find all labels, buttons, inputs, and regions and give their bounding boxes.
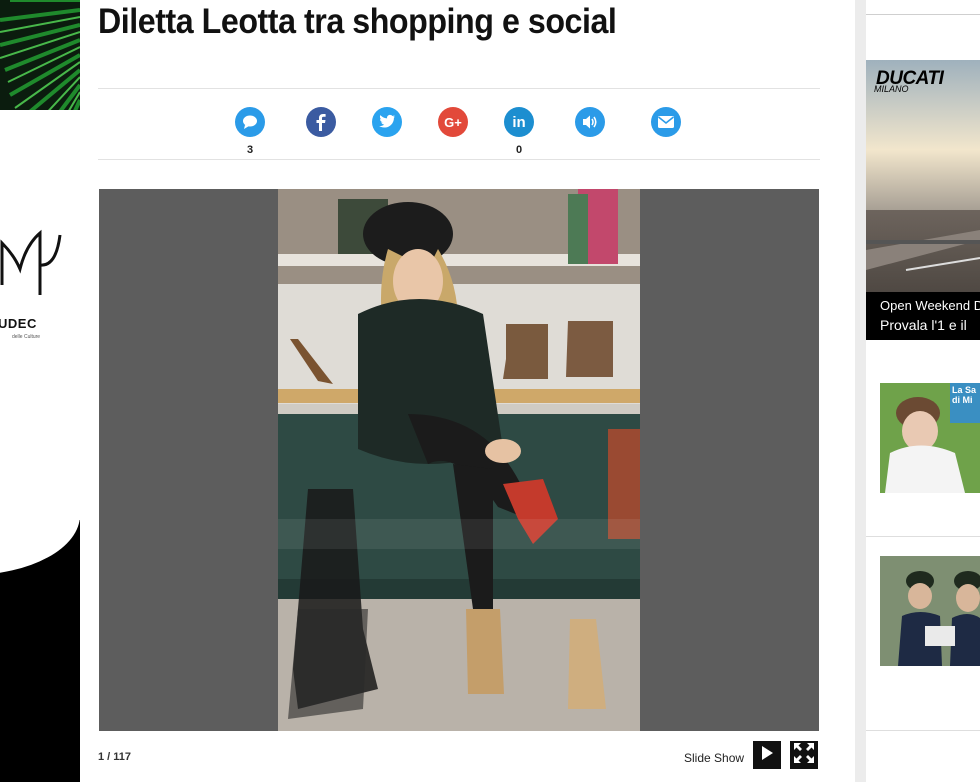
article-title: Diletta Leotta tra shopping e social bbox=[98, 2, 617, 41]
right-sidebar-divider-2 bbox=[866, 730, 980, 731]
fullscreen-button[interactable] bbox=[790, 741, 818, 769]
ducati-city: MILANO bbox=[874, 84, 909, 94]
linkedin-share-button[interactable]: in bbox=[504, 107, 534, 137]
comment-icon bbox=[241, 113, 259, 131]
fullscreen-icon bbox=[793, 742, 815, 769]
google-plus-share-button[interactable]: G+ bbox=[438, 107, 468, 137]
speaker-icon bbox=[581, 114, 599, 130]
right-sidebar-divider bbox=[866, 536, 980, 537]
comment-count: 3 bbox=[246, 144, 254, 156]
email-share-button[interactable] bbox=[651, 107, 681, 137]
news-thumbnail-1[interactable]: La Sa di Mi bbox=[880, 383, 980, 493]
ducati-caption-line2: Provala l'1 e il bbox=[880, 317, 967, 333]
ducati-caption-line1: Open Weekend D bbox=[880, 298, 980, 313]
ducati-ad[interactable]: DUCATI MILANO Open Weekend D Provala l'1… bbox=[866, 60, 980, 340]
article-column: Diletta Leotta tra shopping e social 3 G… bbox=[80, 0, 855, 782]
news-thumbnail-2[interactable] bbox=[880, 556, 980, 666]
share-bar-bottom-divider bbox=[98, 159, 820, 160]
gallery-counter: 1 / 117 bbox=[98, 751, 132, 763]
left-ad-banner[interactable]: UDEC delle Culture bbox=[0, 0, 80, 782]
google-plus-icon: G+ bbox=[444, 114, 462, 130]
facebook-share-button[interactable] bbox=[306, 107, 336, 137]
share-bar-top-divider bbox=[98, 88, 820, 89]
news1-badge: La Sa di Mi bbox=[952, 385, 977, 405]
gallery-photo[interactable] bbox=[278, 189, 640, 731]
facebook-icon bbox=[313, 113, 329, 131]
audio-button[interactable] bbox=[575, 107, 605, 137]
mudec-logo-text: UDEC bbox=[0, 316, 37, 331]
twitter-icon bbox=[378, 114, 396, 130]
slideshow-label[interactable]: Slide Show bbox=[684, 751, 744, 765]
comment-button[interactable] bbox=[235, 107, 265, 137]
mail-icon bbox=[657, 115, 675, 129]
linkedin-icon: in bbox=[512, 113, 526, 131]
slideshow-play-button[interactable] bbox=[753, 741, 781, 769]
right-sidebar-top-divider bbox=[866, 14, 980, 15]
twitter-share-button[interactable] bbox=[372, 107, 402, 137]
photo-gallery[interactable] bbox=[99, 189, 819, 731]
right-sidebar: DUCATI MILANO Open Weekend D Provala l'1… bbox=[855, 0, 980, 782]
mudec-logo-subtext: delle Culture bbox=[12, 334, 41, 340]
linkedin-count: 0 bbox=[515, 144, 523, 156]
play-icon bbox=[760, 745, 774, 766]
